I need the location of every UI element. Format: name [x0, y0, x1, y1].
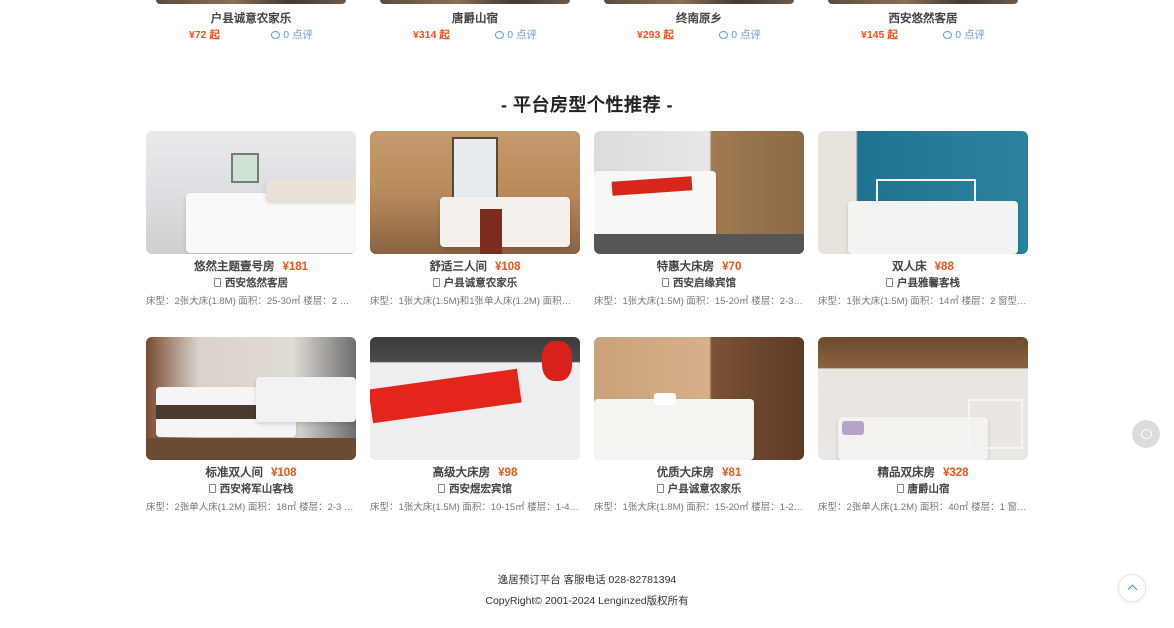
hotel-card[interactable]: 终南原乡 ¥293 起 0 点评 [594, 0, 804, 44]
hotel-icon [208, 484, 216, 493]
room-card[interactable]: 高级大床房 ¥98 西安煜宏宾馆 床型：1张大床(1.5M) 面积：10-15㎡ … [370, 337, 580, 513]
comment-icon [719, 31, 729, 39]
hotel-card[interactable]: 西安悠然客居 ¥145 起 0 点评 [818, 0, 1028, 44]
room-hotel-name[interactable]: 户县诚意农家乐 [668, 483, 742, 495]
room-grid: 悠然主题壹号房 ¥181 西安悠然客居 床型：2张大床(1.8M) 面积：25-3… [146, 131, 1028, 513]
room-image[interactable] [594, 337, 804, 460]
room-name[interactable]: 优质大床房 [657, 467, 715, 479]
room-hotel-name[interactable]: 西安将军山客栈 [220, 483, 294, 495]
room-image[interactable] [594, 131, 804, 254]
room-name[interactable]: 高级大床房 [433, 467, 491, 479]
room-card[interactable]: 悠然主题壹号房 ¥181 西安悠然客居 床型：2张大床(1.8M) 面积：25-3… [146, 131, 356, 307]
room-price: ¥88 [934, 261, 954, 273]
room-hotel-name[interactable]: 户县雅馨客栈 [897, 277, 960, 289]
room-description: 床型：1张大床(1.5M)和1张单人床(1.2M) 面积：1... [370, 296, 580, 307]
chat-button[interactable] [1132, 420, 1160, 448]
room-image[interactable] [146, 131, 356, 254]
room-description: 床型：2张单人床(1.2M) 面积：18㎡ 楼层：2-3 窗... [146, 502, 356, 513]
hotel-image[interactable] [828, 0, 1018, 4]
top-hotel-grid: 户县诚意农家乐 ¥72 起 0 点评 唐爵山宿 ¥314 起 0 点评 终南原乡… [146, 0, 1028, 44]
room-price: ¥98 [498, 467, 518, 479]
hotel-name[interactable]: 终南原乡 [594, 10, 804, 26]
hotel-comments[interactable]: 0 点评 [719, 27, 761, 42]
comment-count: 0 点评 [955, 29, 985, 41]
room-name[interactable]: 标准双人间 [205, 467, 263, 479]
hotel-price: ¥72 起 [189, 29, 220, 41]
room-card[interactable]: 标准双人间 ¥108 西安将军山客栈 床型：2张单人床(1.2M) 面积：18㎡ … [146, 337, 356, 513]
hotel-name[interactable]: 户县诚意农家乐 [146, 10, 356, 26]
room-image[interactable] [146, 337, 356, 460]
room-name[interactable]: 舒适三人间 [429, 261, 487, 273]
room-description: 床型：2张大床(1.8M) 面积：25-30㎡ 楼层：2 窗... [146, 296, 356, 307]
comment-count: 0 点评 [507, 29, 537, 41]
hotel-comments[interactable]: 0 点评 [271, 27, 313, 42]
room-description: 床型：1张大床(1.5M) 面积：15-20㎡ 楼层：2-3 ... [594, 296, 804, 307]
hotel-price: ¥314 起 [413, 29, 450, 41]
hotel-image[interactable] [156, 0, 346, 4]
comment-icon [271, 31, 281, 39]
room-name[interactable]: 双人床 [892, 261, 927, 273]
hotel-comments[interactable]: 0 点评 [943, 27, 985, 42]
room-price: ¥70 [722, 261, 742, 273]
room-hotel-name[interactable]: 唐爵山宿 [908, 483, 950, 495]
hotel-meta: ¥293 起 0 点评 [594, 27, 804, 42]
room-image[interactable] [818, 337, 1028, 460]
hotel-meta: ¥145 起 0 点评 [818, 27, 1028, 42]
room-price: ¥181 [282, 261, 309, 273]
room-card[interactable]: 双人床 ¥88 户县雅馨客栈 床型：1张大床(1.5M) 面积：14㎡ 楼层：2 … [818, 131, 1028, 307]
room-hotel-name[interactable]: 户县诚意农家乐 [444, 277, 518, 289]
hotel-icon [886, 278, 893, 287]
room-name[interactable]: 悠然主题壹号房 [194, 261, 275, 273]
comment-icon [943, 31, 953, 39]
hotel-name[interactable]: 唐爵山宿 [370, 10, 580, 26]
room-description: 床型：1张大床(1.5M) 面积：14㎡ 楼层：2 窗型：... [818, 296, 1028, 307]
hotel-icon [662, 278, 669, 287]
hotel-name[interactable]: 西安悠然客居 [818, 10, 1028, 26]
hotel-price: ¥145 起 [861, 29, 898, 41]
room-card[interactable]: 特惠大床房 ¥70 西安启缘宾馆 床型：1张大床(1.5M) 面积：15-20㎡ … [594, 131, 804, 307]
hotel-icon [896, 484, 904, 493]
comment-count: 0 点评 [283, 29, 313, 41]
room-description: 床型：2张单人床(1.2M) 面积：40㎡ 楼层：1 窗型... [818, 502, 1028, 513]
hotel-card[interactable]: 唐爵山宿 ¥314 起 0 点评 [370, 0, 580, 44]
hotel-image[interactable] [380, 0, 570, 4]
comment-count: 0 点评 [731, 29, 761, 41]
hotel-meta: ¥314 起 0 点评 [370, 27, 580, 42]
hotel-card[interactable]: 户县诚意农家乐 ¥72 起 0 点评 [146, 0, 356, 44]
hotel-icon [656, 484, 664, 493]
room-price: ¥108 [494, 261, 521, 273]
hotel-comments[interactable]: 0 点评 [495, 27, 537, 42]
room-price: ¥81 [722, 467, 742, 479]
hotel-icon [214, 278, 221, 287]
room-price: ¥108 [270, 467, 297, 479]
hotel-icon [432, 278, 440, 287]
room-card[interactable]: 舒适三人间 ¥108 户县诚意农家乐 床型：1张大床(1.5M)和1张单人床(1.… [370, 131, 580, 307]
room-image[interactable] [370, 131, 580, 254]
footer-copyright: CopyRight© 2001-2024 Lenginzed版权所有 [485, 595, 689, 607]
room-image[interactable] [818, 131, 1028, 254]
hotel-price: ¥293 起 [637, 29, 674, 41]
chat-icon [1140, 429, 1152, 439]
section-title: - 平台房型个性推荐 - [501, 95, 673, 115]
room-card[interactable]: 优质大床房 ¥81 户县诚意农家乐 床型：1张大床(1.8M) 面积：15-20㎡… [594, 337, 804, 513]
hotel-icon [438, 484, 445, 493]
room-hotel-name[interactable]: 西安悠然客居 [225, 277, 288, 289]
hotel-meta: ¥72 起 0 点评 [146, 27, 356, 42]
footer-contact: 逸居预订平台 客服电话 028-82781394 [497, 574, 677, 586]
room-name[interactable]: 精品双床房 [877, 467, 935, 479]
room-name[interactable]: 特惠大床房 [657, 261, 715, 273]
room-hotel-name[interactable]: 西安煜宏宾馆 [449, 483, 512, 495]
room-hotel-name[interactable]: 西安启缘宾馆 [673, 277, 736, 289]
hotel-image[interactable] [604, 0, 794, 4]
room-card[interactable]: 精品双床房 ¥328 唐爵山宿 床型：2张单人床(1.2M) 面积：40㎡ 楼层：… [818, 337, 1028, 513]
room-image[interactable] [370, 337, 580, 460]
comment-icon [495, 31, 505, 39]
room-description: 床型：1张大床(1.5M) 面积：10-15㎡ 楼层：1-4 ... [370, 502, 580, 513]
room-description: 床型：1张大床(1.8M) 面积：15-20㎡ 楼层：1-2 ... [594, 502, 804, 513]
room-price: ¥328 [942, 467, 969, 479]
